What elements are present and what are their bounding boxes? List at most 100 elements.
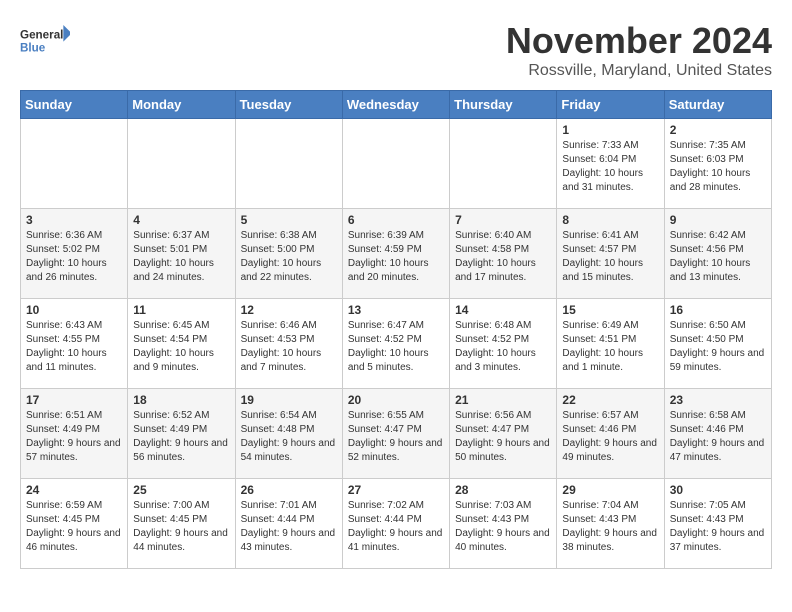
day-number: 9 <box>670 213 766 227</box>
svg-text:Blue: Blue <box>20 42 46 55</box>
table-row: 20 Sunrise: 6:55 AM Sunset: 4:47 PM Dayli… <box>342 389 449 479</box>
table-row: 16Sunrise: 6:50 AM Sunset: 4:50 PM Dayli… <box>664 299 771 389</box>
day-number: 15 <box>562 303 658 317</box>
table-row <box>342 119 449 209</box>
table-row: 7 Sunrise: 6:40 AM Sunset: 4:58 PM Daylig… <box>450 209 557 299</box>
table-row: 24 Sunrise: 6:59 AM Sunset: 4:45 PM Dayli… <box>21 479 128 569</box>
table-row: 25Sunrise: 7:00 AM Sunset: 4:45 PM Dayli… <box>128 479 235 569</box>
calendar-week-row: 1 Sunrise: 7:33 AM Sunset: 6:04 PM Daylig… <box>21 119 772 209</box>
table-row: 11Sunrise: 6:45 AM Sunset: 4:54 PM Dayli… <box>128 299 235 389</box>
table-row: 1 Sunrise: 7:33 AM Sunset: 6:04 PM Daylig… <box>557 119 664 209</box>
day-number: 30 <box>670 483 766 497</box>
day-info: Sunrise: 6:39 AM Sunset: 4:59 PM Dayligh… <box>348 229 444 285</box>
day-info: Sunrise: 6:48 AM Sunset: 4:52 PM Dayligh… <box>455 319 551 375</box>
table-row: 4 Sunrise: 6:37 AM Sunset: 5:01 PM Daylig… <box>128 209 235 299</box>
calendar-week-row: 17 Sunrise: 6:51 AM Sunset: 4:49 PM Dayli… <box>21 389 772 479</box>
table-row: 17 Sunrise: 6:51 AM Sunset: 4:49 PM Dayli… <box>21 389 128 479</box>
day-number: 5 <box>241 213 337 227</box>
table-row: 19 Sunrise: 6:54 AM Sunset: 4:48 PM Dayli… <box>235 389 342 479</box>
table-row: 5 Sunrise: 6:38 AM Sunset: 5:00 PM Daylig… <box>235 209 342 299</box>
day-number: 29 <box>562 483 658 497</box>
day-info: Sunrise: 7:01 AM Sunset: 4:44 PM Dayligh… <box>241 499 337 555</box>
day-info: Sunrise: 7:35 AM Sunset: 6:03 PM Dayligh… <box>670 139 766 195</box>
table-row: 14 Sunrise: 6:48 AM Sunset: 4:52 PM Dayli… <box>450 299 557 389</box>
day-info: Sunrise: 6:37 AM Sunset: 5:01 PM Dayligh… <box>133 229 229 285</box>
day-info: Sunrise: 7:03 AM Sunset: 4:43 PM Dayligh… <box>455 499 551 555</box>
day-info: Sunrise: 6:57 AM Sunset: 4:46 PM Dayligh… <box>562 409 658 465</box>
day-info: Sunrise: 6:43 AM Sunset: 4:55 PM Dayligh… <box>26 319 122 375</box>
day-info: Sunrise: 7:33 AM Sunset: 6:04 PM Dayligh… <box>562 139 658 195</box>
table-row: 22 Sunrise: 6:57 AM Sunset: 4:46 PM Dayli… <box>557 389 664 479</box>
table-row: 2 Sunrise: 7:35 AM Sunset: 6:03 PM Daylig… <box>664 119 771 209</box>
table-row: 15Sunrise: 6:49 AM Sunset: 4:51 PM Dayli… <box>557 299 664 389</box>
table-row: 23 Sunrise: 6:58 AM Sunset: 4:46 PM Dayli… <box>664 389 771 479</box>
table-row: 6Sunrise: 6:39 AM Sunset: 4:59 PM Daylig… <box>342 209 449 299</box>
day-number: 10 <box>26 303 122 317</box>
day-number: 20 <box>348 393 444 407</box>
table-row <box>21 119 128 209</box>
table-row: 18 Sunrise: 6:52 AM Sunset: 4:49 PM Dayli… <box>128 389 235 479</box>
table-row: 12Sunrise: 6:46 AM Sunset: 4:53 PM Dayli… <box>235 299 342 389</box>
day-number: 3 <box>26 213 122 227</box>
day-info: Sunrise: 6:38 AM Sunset: 5:00 PM Dayligh… <box>241 229 337 285</box>
day-number: 21 <box>455 393 551 407</box>
day-info: Sunrise: 7:02 AM Sunset: 4:44 PM Dayligh… <box>348 499 444 555</box>
day-number: 23 <box>670 393 766 407</box>
table-row: 26 Sunrise: 7:01 AM Sunset: 4:44 PM Dayli… <box>235 479 342 569</box>
day-number: 26 <box>241 483 337 497</box>
header-saturday: Saturday <box>664 91 771 119</box>
table-row <box>450 119 557 209</box>
table-row: 27 Sunrise: 7:02 AM Sunset: 4:44 PM Dayli… <box>342 479 449 569</box>
calendar-header-row: Sunday Monday Tuesday Wednesday Thursday… <box>21 91 772 119</box>
table-row: 8 Sunrise: 6:41 AM Sunset: 4:57 PM Daylig… <box>557 209 664 299</box>
main-title: November 2024 <box>506 20 772 62</box>
day-number: 2 <box>670 123 766 137</box>
day-number: 28 <box>455 483 551 497</box>
table-row: 13Sunrise: 6:47 AM Sunset: 4:52 PM Dayli… <box>342 299 449 389</box>
header-tuesday: Tuesday <box>235 91 342 119</box>
calendar-week-row: 10 Sunrise: 6:43 AM Sunset: 4:55 PM Dayli… <box>21 299 772 389</box>
day-info: Sunrise: 6:40 AM Sunset: 4:58 PM Dayligh… <box>455 229 551 285</box>
header-sunday: Sunday <box>21 91 128 119</box>
logo: General Blue <box>20 20 70 60</box>
day-number: 22 <box>562 393 658 407</box>
header-thursday: Thursday <box>450 91 557 119</box>
day-info: Sunrise: 6:55 AM Sunset: 4:47 PM Dayligh… <box>348 409 444 465</box>
table-row: 28 Sunrise: 7:03 AM Sunset: 4:43 PM Dayli… <box>450 479 557 569</box>
day-info: Sunrise: 6:36 AM Sunset: 5:02 PM Dayligh… <box>26 229 122 285</box>
day-info: Sunrise: 6:45 AM Sunset: 4:54 PM Dayligh… <box>133 319 229 375</box>
day-number: 24 <box>26 483 122 497</box>
day-info: Sunrise: 6:47 AM Sunset: 4:52 PM Dayligh… <box>348 319 444 375</box>
day-number: 18 <box>133 393 229 407</box>
day-number: 17 <box>26 393 122 407</box>
day-number: 1 <box>562 123 658 137</box>
day-info: Sunrise: 6:41 AM Sunset: 4:57 PM Dayligh… <box>562 229 658 285</box>
subtitle: Rossville, Maryland, United States <box>506 62 772 80</box>
day-number: 14 <box>455 303 551 317</box>
title-area: November 2024 Rossville, Maryland, Unite… <box>506 20 772 80</box>
day-info: Sunrise: 7:04 AM Sunset: 4:43 PM Dayligh… <box>562 499 658 555</box>
table-row: 29 Sunrise: 7:04 AM Sunset: 4:43 PM Dayli… <box>557 479 664 569</box>
header: General Blue November 2024 Rossville, Ma… <box>20 20 772 80</box>
day-number: 4 <box>133 213 229 227</box>
table-row: 9 Sunrise: 6:42 AM Sunset: 4:56 PM Daylig… <box>664 209 771 299</box>
day-info: Sunrise: 6:46 AM Sunset: 4:53 PM Dayligh… <box>241 319 337 375</box>
table-row: 21Sunrise: 6:56 AM Sunset: 4:47 PM Dayli… <box>450 389 557 479</box>
day-info: Sunrise: 6:42 AM Sunset: 4:56 PM Dayligh… <box>670 229 766 285</box>
svg-text:General: General <box>20 28 63 41</box>
calendar-week-row: 3 Sunrise: 6:36 AM Sunset: 5:02 PM Daylig… <box>21 209 772 299</box>
day-info: Sunrise: 6:52 AM Sunset: 4:49 PM Dayligh… <box>133 409 229 465</box>
header-monday: Monday <box>128 91 235 119</box>
table-row <box>235 119 342 209</box>
day-number: 25 <box>133 483 229 497</box>
day-info: Sunrise: 6:51 AM Sunset: 4:49 PM Dayligh… <box>26 409 122 465</box>
table-row: 30Sunrise: 7:05 AM Sunset: 4:43 PM Dayli… <box>664 479 771 569</box>
day-number: 27 <box>348 483 444 497</box>
table-row: 10 Sunrise: 6:43 AM Sunset: 4:55 PM Dayli… <box>21 299 128 389</box>
day-info: Sunrise: 6:54 AM Sunset: 4:48 PM Dayligh… <box>241 409 337 465</box>
day-number: 7 <box>455 213 551 227</box>
day-info: Sunrise: 6:59 AM Sunset: 4:45 PM Dayligh… <box>26 499 122 555</box>
day-info: Sunrise: 6:58 AM Sunset: 4:46 PM Dayligh… <box>670 409 766 465</box>
day-number: 19 <box>241 393 337 407</box>
day-number: 8 <box>562 213 658 227</box>
